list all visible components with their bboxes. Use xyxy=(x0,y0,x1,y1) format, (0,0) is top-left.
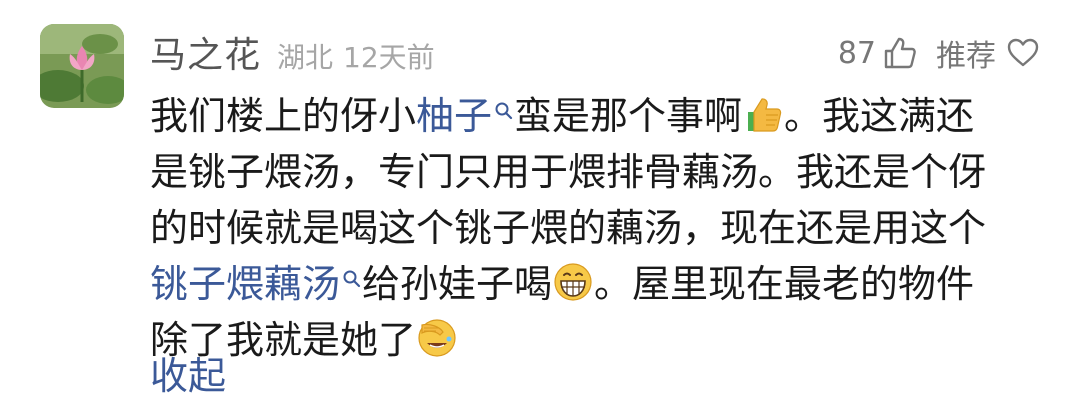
comment-body: 我们楼上的伢小柚子 蛮是那个事啊 。我这满还 是铫子煨汤，专门只用于煨排骨藕汤。我… xyxy=(150,88,1050,368)
comment-line-2: 是铫子煨汤，专门只用于煨排骨藕汤。我还是个伢 xyxy=(150,150,987,194)
lotus-flower-avatar-image xyxy=(40,24,124,108)
comment-meta: 湖北 12天前 xyxy=(277,36,435,76)
recommend-button[interactable]: 推荐 xyxy=(936,31,996,75)
location-label: 湖北 xyxy=(277,41,334,74)
search-link-youzi[interactable]: 柚子 xyxy=(416,94,492,138)
text-segment: 。屋里现在最老的物件 xyxy=(594,262,975,306)
comment-line-1: 我们楼上的伢小柚子 蛮是那个事啊 。我这满还 xyxy=(150,88,1050,144)
text-segment: 我们楼上的伢小 xyxy=(150,94,417,138)
heart-outline-icon[interactable] xyxy=(1006,36,1040,70)
comment-line-5: 除了我就是她了 xyxy=(150,312,1050,368)
collapse-button[interactable]: 收起 xyxy=(150,350,226,402)
comment-line-4: 铫子煨藕汤 给孙娃子喝 。屋里现在最老的物件 xyxy=(150,256,1050,312)
like-count: 87 xyxy=(837,35,876,71)
search-icon[interactable] xyxy=(494,101,514,121)
search-link-diaozi[interactable]: 铫子煨藕汤 xyxy=(150,262,340,306)
thumbs-up-outline-icon[interactable] xyxy=(882,35,918,71)
thumbs-up-emoji xyxy=(748,98,782,132)
search-icon[interactable] xyxy=(342,269,362,289)
grinning-emoji xyxy=(554,263,592,301)
timestamp: 12天前 xyxy=(343,41,435,74)
comment-line-3: 的时候就是喝这个铫子煨的藕汤，现在还是用这个 xyxy=(150,206,987,250)
text-segment: 给孙娃子喝 xyxy=(362,262,553,306)
username[interactable]: 马之花 xyxy=(150,26,261,78)
comment-card: 马之花 湖北 12天前 87 推荐 我们楼上的伢小柚子 蛮是那个事啊 。我这满还 是… xyxy=(0,0,1080,414)
avatar[interactable] xyxy=(40,24,124,108)
comment-actions: 87 推荐 xyxy=(838,30,1040,76)
facepalm-laughing-emoji xyxy=(418,319,456,357)
text-segment: 蛮是那个事啊 xyxy=(514,94,743,138)
comment-header: 马之花 湖北 12天前 xyxy=(150,26,435,78)
text-segment: 。我这满还 xyxy=(784,94,975,138)
